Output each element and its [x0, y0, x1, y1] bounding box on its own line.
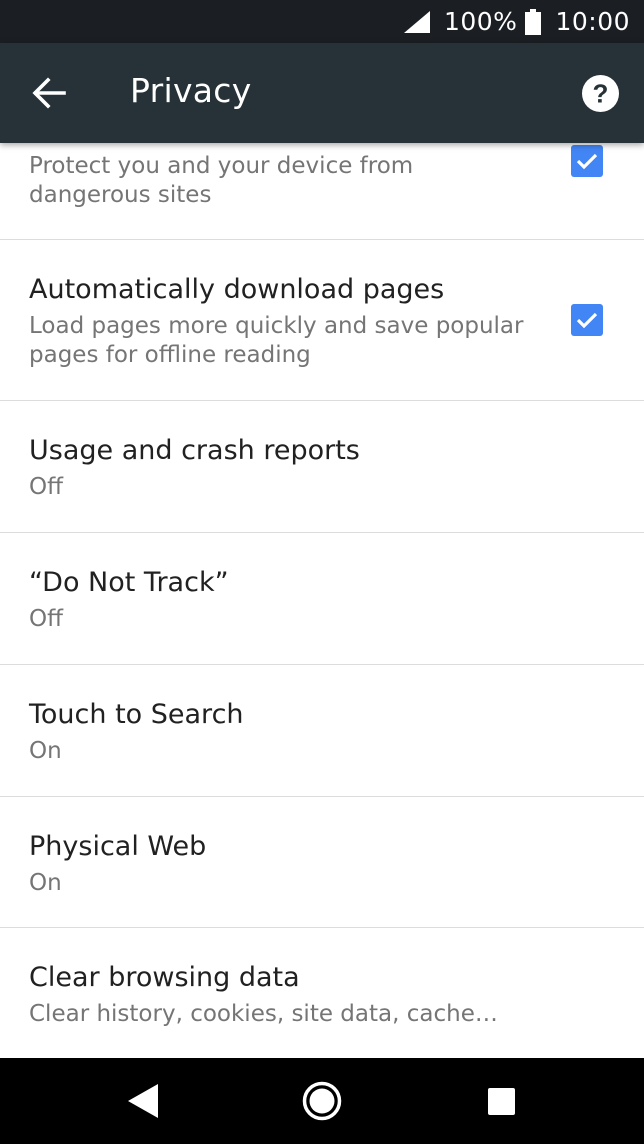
settings-list: Protect you and your device from dangero… [0, 143, 644, 1058]
setting-do-not-track-title: “Do Not Track” [29, 567, 229, 598]
setting-do-not-track[interactable]: “Do Not Track” Off [0, 533, 644, 665]
svg-text:?: ? [593, 79, 609, 109]
help-icon[interactable]: ? [582, 75, 619, 112]
setting-touch-to-search[interactable]: Touch to Search On [0, 665, 644, 797]
setting-clear-browsing-data-title: Clear browsing data [29, 962, 300, 993]
status-bar: 100% 10:00 [0, 0, 644, 43]
setting-physical-web[interactable]: Physical Web On [0, 797, 644, 928]
nav-back-icon[interactable] [128, 1084, 158, 1118]
nav-home-icon[interactable] [302, 1081, 342, 1121]
page-title: Privacy [130, 71, 252, 110]
setting-safe-browsing-summary: Protect you and your device from dangero… [29, 153, 414, 208]
toolbar: Privacy ? [0, 43, 644, 143]
setting-auto-download[interactable]: Automatically download pages Load pages … [0, 240, 644, 401]
setting-auto-download-summary: Load pages more quickly and save popular… [29, 313, 524, 368]
checkmark-icon [576, 312, 598, 329]
clock: 10:00 [555, 7, 630, 36]
nav-recents-icon[interactable] [488, 1088, 515, 1115]
setting-safe-browsing[interactable]: Protect you and your device from dangero… [0, 143, 644, 240]
navigation-bar [0, 1058, 644, 1144]
battery-percent: 100% [443, 7, 518, 36]
setting-touch-to-search-summary: On [29, 738, 62, 764]
setting-auto-download-title: Automatically download pages [29, 274, 445, 305]
back-arrow-icon[interactable] [30, 75, 70, 111]
battery-icon [525, 8, 542, 35]
setting-physical-web-title: Physical Web [29, 831, 207, 862]
setting-usage-crash-reports[interactable]: Usage and crash reports Off [0, 401, 644, 533]
safe-browsing-checkbox[interactable] [571, 145, 603, 177]
setting-clear-browsing-data-summary: Clear history, cookies, site data, cache… [29, 1001, 498, 1027]
signal-icon [403, 10, 430, 33]
setting-usage-crash-reports-summary: Off [29, 474, 63, 500]
setting-do-not-track-summary: Off [29, 606, 63, 632]
setting-touch-to-search-title: Touch to Search [29, 699, 244, 730]
auto-download-checkbox[interactable] [571, 304, 603, 336]
setting-usage-crash-reports-title: Usage and crash reports [29, 435, 360, 466]
setting-physical-web-summary: On [29, 870, 62, 896]
setting-clear-browsing-data[interactable]: Clear browsing data Clear history, cooki… [0, 928, 644, 1058]
checkmark-icon [576, 153, 598, 170]
